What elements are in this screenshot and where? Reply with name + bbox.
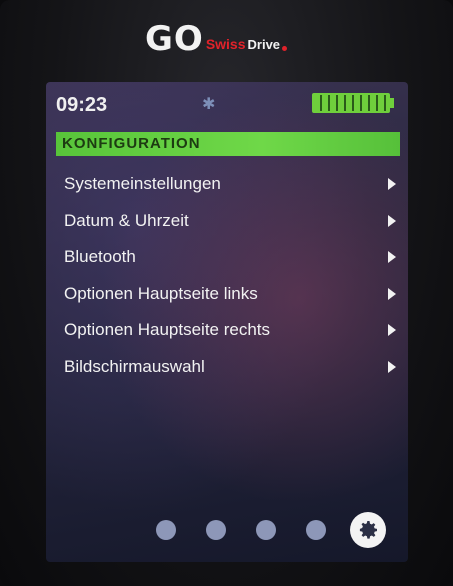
bluetooth-icon: ✱ — [202, 96, 216, 113]
menu-item-bildschirmauswahl[interactable]: Bildschirmauswahl — [64, 349, 400, 386]
chevron-right-icon — [388, 324, 396, 337]
page-indicator — [156, 510, 396, 550]
clock-time: 09:23 — [56, 94, 108, 116]
settings-menu: Systemeinstellungen Datum & Uhrzeit Blue… — [64, 166, 400, 385]
menu-item-label: Optionen Hauptseite links — [64, 283, 258, 303]
battery-tip — [390, 98, 394, 108]
chevron-right-icon — [388, 178, 396, 191]
menu-item-label: Bluetooth — [64, 247, 136, 267]
menu-item-label: Datum & Uhrzeit — [64, 210, 189, 230]
page-dot-1[interactable] — [156, 520, 176, 540]
menu-item-datum-uhrzeit[interactable]: Datum & Uhrzeit — [64, 203, 400, 240]
brand-logo: GO Swiss Drive — [145, 18, 345, 60]
menu-item-label: Systemeinstellungen — [64, 174, 221, 194]
chevron-right-icon — [388, 360, 396, 373]
menu-item-optionen-rechts[interactable]: Optionen Hauptseite rechts — [64, 312, 400, 349]
gear-icon-glyph — [359, 521, 377, 539]
battery-icon — [312, 93, 390, 113]
menu-item-systemeinstellungen[interactable]: Systemeinstellungen — [64, 166, 400, 203]
device-bezel: GO Swiss Drive 09:23 ✱ KONFIGURATION Sys… — [0, 0, 453, 586]
menu-item-label: Optionen Hauptseite rechts — [64, 320, 271, 340]
page-dot-2[interactable] — [206, 520, 226, 540]
chevron-right-icon — [388, 251, 396, 264]
page-dot-4[interactable] — [306, 520, 326, 540]
chevron-right-icon — [388, 214, 396, 227]
brand-logo-dot — [282, 45, 288, 51]
display-screen: 09:23 ✱ KONFIGURATION Systemeinstellunge… — [46, 82, 408, 562]
page-dot-3[interactable] — [256, 520, 276, 540]
page-title: KONFIGURATION — [56, 132, 400, 156]
brand-logo-swiss: Swiss — [205, 36, 246, 52]
menu-item-label: Bildschirmauswahl — [64, 356, 205, 376]
chevron-right-icon — [388, 287, 396, 300]
brand-logo-drive: Drive — [247, 36, 281, 52]
brand-logo-go: GO — [145, 19, 204, 59]
gear-icon[interactable] — [350, 512, 386, 548]
menu-item-optionen-links[interactable]: Optionen Hauptseite links — [64, 276, 400, 313]
status-bar: 09:23 ✱ — [46, 82, 408, 122]
menu-item-bluetooth[interactable]: Bluetooth — [64, 239, 400, 276]
